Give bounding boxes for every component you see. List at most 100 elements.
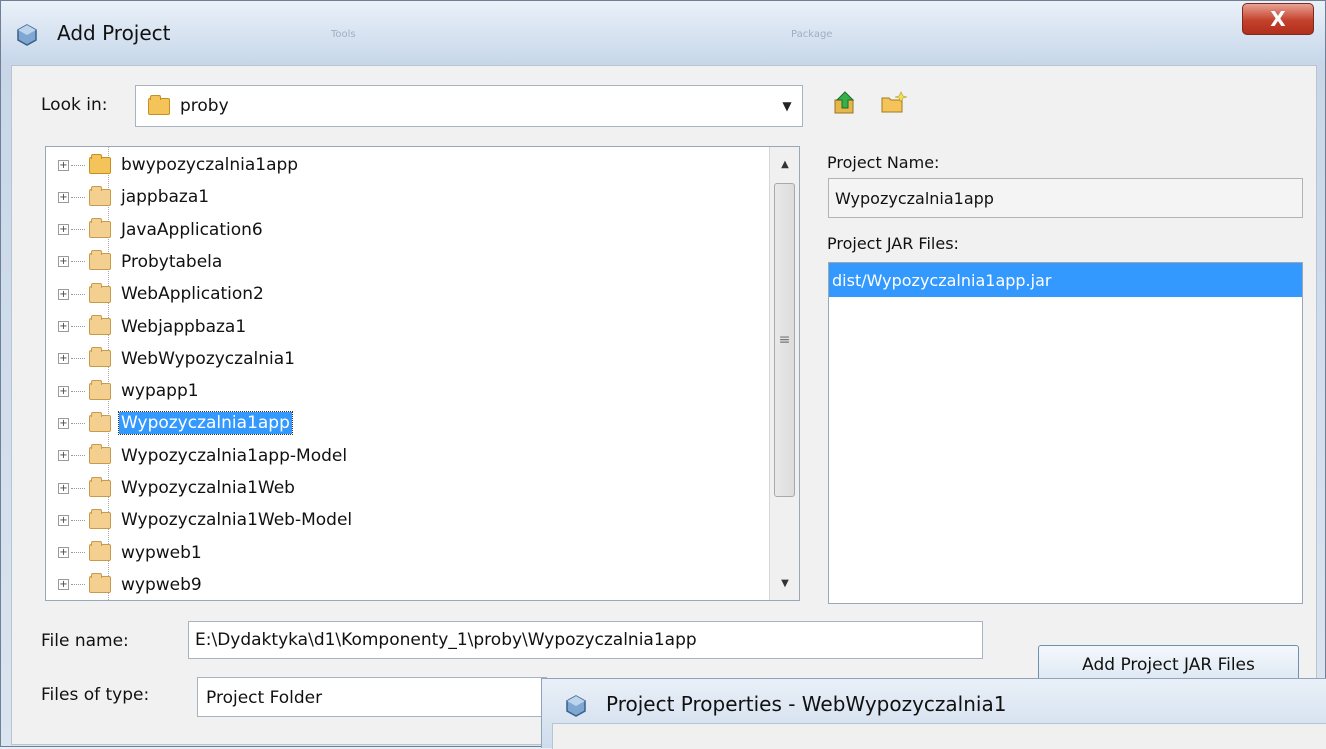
tree-item-label[interactable]: Wypozyczalnia1app [118, 411, 293, 436]
tree-connector [71, 164, 85, 166]
files-of-type-label: Files of type: [41, 685, 150, 705]
tree-row[interactable]: + Wypozyczalnia1app-Model [46, 440, 766, 472]
scroll-down-icon[interactable]: ▼ [770, 568, 799, 598]
tree-connector [71, 552, 85, 554]
folder-icon [89, 508, 111, 529]
folder-icon [89, 315, 111, 335]
folder-icon [89, 250, 111, 271]
tree-item-label[interactable]: WebWypozyczalnia1 [119, 348, 297, 370]
folder-icon [89, 185, 111, 206]
expand-icon[interactable]: + [58, 321, 69, 332]
tree-connector [71, 422, 85, 424]
look-in-combo[interactable]: proby ▼ [135, 85, 803, 127]
tree-row[interactable]: + Wypozyczalnia1Web [46, 472, 766, 504]
tree-connector [71, 293, 85, 295]
window-title: Project Properties - WebWypozyczalnia1 [606, 692, 1007, 716]
tree-item-label[interactable]: Webjappbaza1 [119, 316, 248, 338]
file-name-label: File name: [41, 631, 129, 651]
tree-connector [71, 390, 85, 392]
tree-item-label[interactable]: bwypozyczalnia1app [119, 154, 300, 176]
project-icon [17, 24, 37, 46]
file-name-input[interactable]: E:\Dydaktyka\d1\Komponenty_1\proby\Wypoz… [188, 621, 983, 659]
tree-row[interactable]: + Wypozyczalnia1Web-Model [46, 504, 766, 536]
expand-icon[interactable]: + [58, 450, 69, 462]
tree-connector [71, 196, 85, 198]
expand-icon[interactable]: + [58, 288, 69, 300]
expand-icon[interactable]: + [58, 385, 69, 397]
expand-icon[interactable]: + [58, 159, 69, 171]
up-one-level-button[interactable] [829, 87, 861, 119]
tree-item-label[interactable]: wypapp1 [119, 380, 201, 402]
expand-icon[interactable]: + [58, 224, 69, 236]
folder-icon [89, 476, 111, 497]
look-in-value: proby [180, 96, 229, 116]
expand-icon[interactable]: + [58, 514, 69, 526]
tree-row[interactable]: + JavaApplication6 [46, 214, 766, 246]
dialog-title: Add Project [57, 21, 171, 45]
background-tab-label: Tools [331, 29, 356, 40]
project-properties-window[interactable]: Project Properties - WebWypozyczalnia1 [541, 678, 1326, 749]
folder-icon [89, 347, 111, 368]
tree-row[interactable]: + Webjappbaza1 [46, 311, 766, 343]
window-body [552, 723, 1326, 749]
create-new-folder-icon [881, 91, 907, 113]
folder-icon [148, 95, 170, 115]
tree-item-label[interactable]: Wypozyczalnia1app-Model [119, 445, 349, 467]
tree-connector [71, 584, 85, 586]
tree-row[interactable]: + wypapp1 [46, 375, 766, 407]
project-icon [566, 695, 586, 717]
expand-icon[interactable]: + [58, 417, 69, 429]
tree-row[interactable]: + jappbaza1 [46, 181, 766, 213]
tree-item-label[interactable]: wypweb9 [119, 574, 204, 596]
tree-row[interactable]: + Probytabela [46, 246, 766, 278]
folder-icon [89, 444, 111, 465]
project-jar-files-label: Project JAR Files: [827, 234, 959, 253]
folder-icon [89, 282, 111, 303]
folder-icon [89, 573, 111, 594]
look-in-label: Look in: [41, 95, 108, 115]
tree-item-label[interactable]: Wypozyczalnia1Web [119, 477, 297, 499]
tree-row[interactable]: + WebWypozyczalnia1 [46, 343, 766, 375]
tree-row[interactable]: + WebApplication2 [46, 278, 766, 310]
tree-row[interactable]: + bwypozyczalnia1app [46, 149, 766, 181]
up-one-level-icon [834, 91, 855, 114]
tree-connector [71, 519, 85, 521]
expand-icon[interactable]: + [58, 579, 69, 591]
tree-row[interactable]: + wypweb9 [46, 569, 766, 600]
files-of-type-combo[interactable]: Project Folder [197, 677, 547, 717]
project-name-label: Project Name: [827, 153, 940, 172]
close-button[interactable]: X [1242, 3, 1314, 35]
tree-item-label[interactable]: Wypozyczalnia1Web-Model [119, 509, 354, 531]
tree-row[interactable]: + wypweb1 [46, 537, 766, 569]
folder-icon [89, 218, 111, 239]
title-bar[interactable]: Add Project Tools Package X [1, 1, 1325, 63]
list-item[interactable]: dist/Wypozyczalnia1app.jar [829, 263, 1302, 297]
background-tab-label: Package [791, 29, 833, 40]
tree-connector [71, 487, 85, 489]
create-new-folder-button[interactable] [877, 87, 909, 119]
tree-item-label[interactable]: JavaApplication6 [119, 219, 265, 241]
tree-item-label[interactable]: wypweb1 [119, 542, 204, 564]
folder-icon [89, 541, 111, 562]
tree-item-label[interactable]: WebApplication2 [119, 283, 266, 305]
project-jar-files-list[interactable]: dist/Wypozyczalnia1app.jar [828, 262, 1303, 604]
project-name-field: Wypozyczalnia1app [828, 178, 1303, 218]
scroll-up-icon[interactable]: ▲ [770, 149, 799, 179]
project-tree[interactable]: + bwypozyczalnia1app + jappbaza1 + JavaApplic… [45, 146, 800, 601]
expand-icon[interactable]: + [58, 482, 69, 494]
expand-icon[interactable]: + [58, 256, 69, 268]
tree-connector [71, 261, 85, 263]
tree-connector [71, 229, 85, 231]
chevron-down-icon[interactable]: ▼ [772, 86, 802, 126]
scroll-thumb[interactable]: ≡ [774, 183, 795, 497]
expand-icon[interactable]: + [58, 191, 69, 203]
expand-icon[interactable]: + [58, 547, 69, 559]
expand-icon[interactable]: + [58, 353, 69, 365]
add-project-dialog: Add Project Tools Package X Look in: pro… [0, 0, 1326, 749]
folder-icon [89, 411, 111, 432]
folder-icon [89, 379, 111, 400]
tree-item-label[interactable]: Probytabela [119, 251, 224, 273]
tree-item-label[interactable]: jappbaza1 [119, 186, 211, 208]
vertical-scrollbar[interactable]: ▲ ≡ ▼ [769, 147, 799, 600]
tree-row[interactable]: + Wypozyczalnia1app [46, 407, 766, 439]
